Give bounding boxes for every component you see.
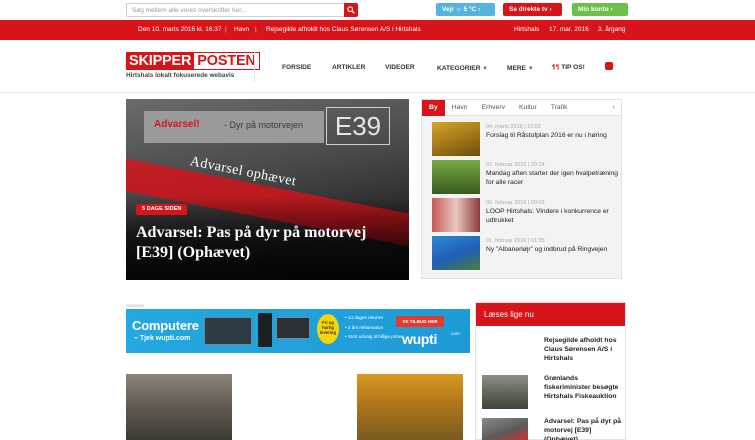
ticker-bar: Den 10. marts 2016 kl. 16:37 | Havn | Re… bbox=[0, 20, 755, 40]
nav-tip-label: TIP OS! bbox=[561, 64, 585, 71]
hero-title[interactable]: Advarsel: Pas på dyr på motorvej [E39] (… bbox=[136, 223, 398, 263]
hero-age-badge: 5 DAGE SIDEN bbox=[136, 204, 188, 215]
pc-tower-icon bbox=[258, 313, 272, 347]
news-date: 04. marts 2016 | 10:52 bbox=[486, 124, 541, 130]
top-utility-bar: Vejr ☼ 5 °C › Se direkte tv › Min konto … bbox=[0, 0, 755, 20]
most-read-heading: Læses lige nu bbox=[476, 303, 625, 326]
tip-icon: ¶¶ bbox=[552, 64, 560, 71]
nav-forside[interactable]: FORSIDE bbox=[282, 64, 311, 71]
ticker-separator: | bbox=[255, 26, 257, 33]
ad-bullet: • Stort udvalg til billige priser bbox=[345, 334, 403, 340]
most-read-title[interactable]: Rejsegilde afholdt hos Claus Sørensen A/… bbox=[544, 337, 624, 363]
article-thumbnail[interactable] bbox=[126, 374, 232, 440]
nav-kategorier[interactable]: KATEGORIER ▾ bbox=[437, 64, 487, 72]
hero-sign-warning: Advarsel! bbox=[154, 119, 200, 130]
news-title[interactable]: LOOP Hirtshals: Vindere i konkurrence er… bbox=[486, 208, 621, 225]
tab-erhverv[interactable]: Erhverv bbox=[475, 100, 512, 116]
edition-date: 17. mar. 2016 bbox=[549, 26, 589, 33]
logo-part-skipper: SKIPPER bbox=[126, 52, 194, 70]
weather-button[interactable]: Vejr ☼ 5 °C › bbox=[436, 3, 495, 16]
news-item[interactable]: 04. marts 2016 | 10:52 Forslag til Råsto… bbox=[432, 122, 617, 158]
search-icon bbox=[347, 6, 355, 14]
ad-bullet: • 14 dages returret bbox=[345, 315, 383, 320]
ad-bullet: • 2 års reklamation bbox=[345, 324, 384, 330]
tab-trafik[interactable]: Trafik bbox=[544, 100, 575, 116]
tab-havn[interactable]: Havn bbox=[445, 100, 475, 116]
ad-cta-button[interactable]: SE TILBUD HER bbox=[396, 316, 444, 327]
header-divider bbox=[0, 92, 755, 93]
monitor-icon bbox=[276, 317, 310, 339]
news-title[interactable]: Mandag aften starter der igen hvalpetræn… bbox=[486, 170, 621, 187]
category-tabs: By Havn Erhverv Kultur Trafik › bbox=[422, 100, 621, 116]
article-thumbnail[interactable] bbox=[357, 374, 463, 440]
logo-part-posten: POSTEN bbox=[193, 52, 260, 70]
news-thumb bbox=[432, 160, 480, 194]
advertisement-banner[interactable]: Computere – Tjek wupti.com Fri og hurtig… bbox=[126, 309, 470, 353]
news-title[interactable]: Forslag til Råstofplan 2016 er nu i høri… bbox=[486, 132, 621, 141]
news-thumb bbox=[432, 122, 480, 156]
hero-road-number: E39 bbox=[326, 107, 390, 145]
site-logo[interactable]: SKIPPER POSTEN Hirtshals lokalt fokusere… bbox=[126, 52, 260, 82]
most-read-thumb bbox=[482, 418, 528, 440]
ticker-headline[interactable]: Rejsegilde afholdt hos Claus Sørensen A/… bbox=[266, 26, 421, 33]
most-read-panel: Læses lige nu Rejsegilde afholdt hos Cla… bbox=[475, 302, 626, 440]
ad-bullet-list: • 14 dages returret • 2 års reklamation … bbox=[345, 313, 403, 342]
tab-by[interactable]: By bbox=[422, 100, 445, 116]
category-news-panel: By Havn Erhverv Kultur Trafik › 04. mart… bbox=[421, 99, 622, 279]
news-item[interactable]: 07. februar 2016 | 20:14 Mandag aften st… bbox=[432, 160, 618, 196]
notification-icon[interactable] bbox=[605, 62, 613, 70]
edition-year: 3. årgang bbox=[598, 26, 626, 33]
ad-delivery-burst: Fri og hurtig levering bbox=[317, 314, 339, 344]
logo-wordmark: SKIPPER POSTEN bbox=[126, 52, 260, 70]
nav-divider bbox=[254, 52, 255, 82]
news-item[interactable]: 06. februar 2016 | 00:03 LOOP Hirtshals:… bbox=[432, 198, 617, 234]
ticker-category[interactable]: Havn bbox=[234, 26, 249, 33]
ad-brand: wupti bbox=[402, 331, 438, 347]
news-date: 07. februar 2016 | 20:14 bbox=[486, 162, 545, 168]
nav-kategorier-label: KATEGORIER bbox=[437, 65, 481, 72]
search-input[interactable] bbox=[126, 3, 344, 17]
news-title[interactable]: Ny ”Albanerløjr” og indbrud på Ringvejen bbox=[486, 246, 621, 255]
chevron-right-icon[interactable]: › bbox=[607, 100, 621, 115]
nav-mere-label: MERE bbox=[507, 65, 527, 72]
nav-artikler[interactable]: ARTIKLER bbox=[332, 64, 365, 71]
nav-mere[interactable]: MERE ▾ bbox=[507, 64, 532, 72]
logo-tagline: Hirtshals lokalt fokuserede webavis bbox=[126, 72, 235, 79]
chevron-down-icon: ▾ bbox=[529, 65, 533, 72]
nav-videoer[interactable]: VIDEOER bbox=[385, 64, 415, 71]
most-read-thumb bbox=[482, 375, 528, 409]
most-read-title[interactable]: Advarsel: Pas på dyr på motorvej [E39] (… bbox=[544, 418, 624, 440]
laptop-icon bbox=[204, 317, 252, 345]
ticker-separator: | bbox=[225, 26, 227, 33]
live-tv-button[interactable]: Se direkte tv › bbox=[503, 3, 562, 16]
my-account-button[interactable]: Min konto › bbox=[572, 3, 628, 16]
hero-article[interactable]: Advarsel! - Dyr på motorvejen E39 Advars… bbox=[126, 99, 409, 280]
most-read-title[interactable]: Grønlands fiskeriminister besøgte Hirtsh… bbox=[544, 375, 624, 401]
edition-place: Hirtshals bbox=[514, 26, 540, 33]
search-button[interactable] bbox=[344, 3, 358, 17]
ad-subtitle: – Tjek wupti.com bbox=[134, 335, 191, 342]
news-thumb bbox=[432, 236, 480, 270]
news-item[interactable]: 01. februar 2016 | 01:35 Ny ”Albanerløjr… bbox=[432, 236, 617, 272]
ad-label: Annonce bbox=[126, 303, 144, 308]
tab-kultur[interactable]: Kultur bbox=[512, 100, 544, 116]
news-date: 06. februar 2016 | 00:03 bbox=[486, 200, 545, 206]
ad-title: Computere bbox=[132, 318, 199, 333]
ad-brand-suffix: .com bbox=[450, 331, 460, 336]
ticker-date: Den 10. marts 2016 kl. 16:37 bbox=[138, 26, 222, 33]
chevron-down-icon: ▾ bbox=[483, 65, 487, 72]
nav-tip-os[interactable]: ¶¶ TIP OS! bbox=[552, 64, 585, 71]
news-date: 01. februar 2016 | 01:35 bbox=[486, 238, 545, 244]
hero-sign-text: - Dyr på motorvejen bbox=[224, 120, 304, 130]
search-form bbox=[126, 3, 358, 17]
news-thumb bbox=[432, 198, 480, 232]
